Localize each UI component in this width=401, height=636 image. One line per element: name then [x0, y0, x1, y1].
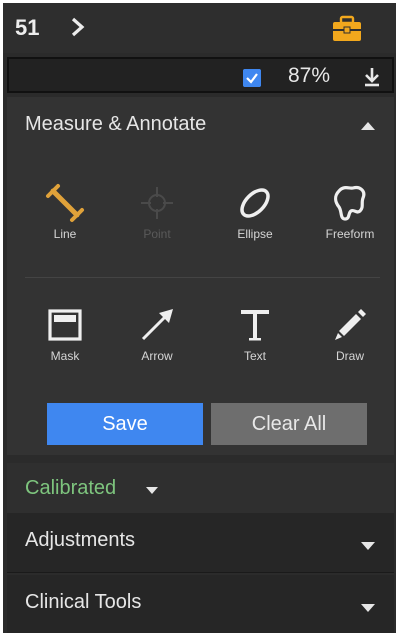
tool-label: Point — [143, 227, 171, 241]
measure-annotate-panel: Line Point Ellipse Freeform Mask Arrow T… — [7, 155, 394, 455]
tool-label: Line — [53, 227, 77, 241]
tool-draw[interactable]: Draw — [310, 305, 390, 385]
divider — [25, 277, 380, 278]
download-icon[interactable] — [362, 66, 382, 88]
tool-label: Freeform — [325, 227, 375, 241]
tool-label: Mask — [50, 349, 80, 363]
clinical-tools-header[interactable]: Clinical Tools — [7, 575, 394, 633]
calibration-dropdown[interactable]: Calibrated — [7, 463, 394, 513]
chevron-up-icon[interactable] — [360, 121, 376, 131]
mask-icon — [48, 309, 82, 341]
zoom-bar: 87% — [7, 57, 394, 93]
caret-down-icon — [146, 487, 158, 494]
measure-annotate-header[interactable]: Measure & Annotate — [7, 97, 394, 155]
text-icon — [241, 310, 269, 341]
save-button[interactable]: Save — [47, 403, 203, 445]
section-title: Clinical Tools — [25, 591, 142, 613]
tool-label: Arrow — [141, 349, 173, 363]
tool-line[interactable]: Line — [25, 183, 105, 263]
ellipse-icon — [240, 188, 270, 218]
freeform-icon — [334, 185, 366, 221]
zoom-level: 87% — [288, 64, 331, 87]
adjustments-header[interactable]: Adjustments — [7, 513, 394, 573]
toolbox-icon[interactable] — [331, 15, 363, 43]
calibration-status: Calibrated — [25, 477, 117, 499]
section-title: Adjustments — [25, 529, 136, 551]
top-bar: 51 — [3, 3, 396, 53]
tool-label: Draw — [335, 349, 364, 363]
tool-ellipse[interactable]: Ellipse — [215, 183, 295, 263]
zoom-fit-checkbox[interactable] — [243, 69, 261, 87]
arrow-icon — [141, 309, 173, 341]
tool-freeform[interactable]: Freeform — [310, 183, 390, 263]
side-panel: 51 87% Measure & Annotate Line Point Ell… — [3, 3, 396, 633]
tool-arrow[interactable]: Arrow — [117, 305, 197, 385]
tool-point[interactable]: Point — [117, 183, 197, 263]
chevron-down-icon[interactable] — [360, 541, 376, 551]
ruler-icon — [46, 184, 84, 222]
tool-label: Ellipse — [237, 227, 273, 241]
tool-mask[interactable]: Mask — [25, 305, 105, 385]
page-number: 51 — [15, 15, 40, 40]
crosshair-icon — [141, 187, 173, 219]
section-title: Measure & Annotate — [25, 113, 207, 135]
clear-all-button[interactable]: Clear All — [211, 403, 367, 445]
chevron-down-icon[interactable] — [360, 603, 376, 613]
chevron-right-icon[interactable] — [67, 15, 89, 39]
tool-text[interactable]: Text — [215, 305, 295, 385]
tool-label: Text — [243, 349, 266, 363]
pencil-icon — [335, 309, 366, 340]
